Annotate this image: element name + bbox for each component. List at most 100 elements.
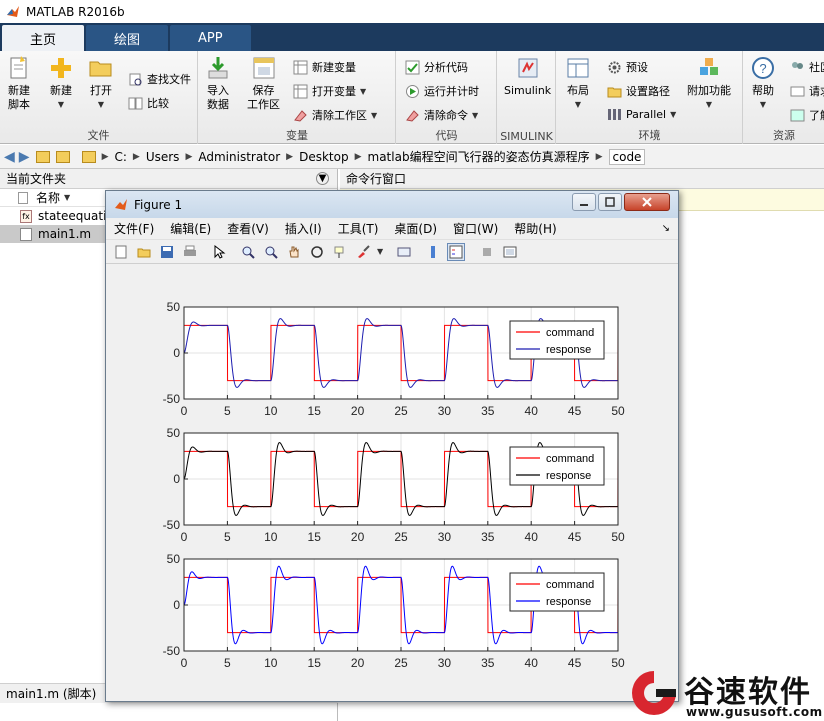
menu-view[interactable]: 查看(V) [227, 220, 269, 237]
save-figure-button[interactable] [158, 243, 176, 261]
set-path-button[interactable]: 设置路径 [607, 83, 670, 99]
open-file-button[interactable] [135, 243, 153, 261]
clear-workspace-button[interactable]: 清除工作区 ▼ [293, 107, 377, 123]
browse-folder-icon[interactable] [55, 150, 70, 163]
community-button[interactable]: 社区 [790, 59, 824, 75]
hide-plot-tools-button[interactable] [478, 243, 496, 261]
breadcrumb-users[interactable]: Users [146, 150, 180, 164]
y-tick-label: 0 [173, 598, 180, 612]
pan-button[interactable] [285, 243, 303, 261]
request-support-button[interactable]: 请求 [790, 83, 824, 99]
data-cursor-button[interactable] [331, 243, 349, 261]
legend-label-command: command [546, 579, 594, 591]
brush-button[interactable] [354, 243, 372, 261]
folder-icon [607, 87, 622, 97]
link-plot-button[interactable] [395, 243, 413, 261]
minimize-icon [580, 204, 588, 206]
find-files-button[interactable]: 查找文件 [128, 71, 191, 87]
help-button[interactable]: ? 帮助 ▼ [750, 55, 776, 112]
group-resources: ? 帮助▼ 社区 请求 了解 资源 [744, 51, 824, 144]
pointer-arrow-icon [214, 244, 226, 259]
menu-edit[interactable]: 编辑(E) [170, 220, 211, 237]
parallel-button[interactable]: Parallel ▼ [607, 107, 676, 122]
open-button[interactable]: 打开 ▼ [88, 55, 114, 112]
maximize-icon [605, 197, 615, 207]
show-tools-icon [503, 246, 517, 257]
brush-dropdown-icon[interactable]: ▼ [377, 247, 383, 256]
add-ons-button[interactable]: 附加功能 ▼ [687, 55, 731, 112]
x-tick-label: 5 [224, 530, 231, 544]
new-script-button[interactable]: 新建 脚本 [6, 55, 32, 112]
new-variable-icon [293, 60, 308, 74]
analyze-code-button[interactable]: 分析代码 [405, 59, 468, 75]
menu-file[interactable]: 文件(F) [114, 220, 154, 237]
figure-canvas[interactable]: 0 5 10 15 20 25 30 35 40 45 50-50050commandrespons… [112, 275, 672, 695]
zoom-out-icon [265, 246, 278, 259]
clear-commands-button[interactable]: 清除命令 ▼ [405, 107, 478, 123]
x-tick-label: 5 [224, 656, 231, 670]
x-tick-label: 40 [525, 530, 539, 544]
menu-insert[interactable]: 插入(I) [285, 220, 322, 237]
forward-arrow-icon[interactable]: ▶ [19, 149, 30, 165]
preferences-button[interactable]: 预设 [607, 59, 648, 75]
new-figure-button[interactable] [112, 243, 130, 261]
plus-icon [51, 58, 71, 78]
layout-button[interactable]: 布局 ▼ [565, 55, 591, 112]
back-arrow-icon[interactable]: ◀ [4, 149, 15, 165]
script-file-icon [20, 227, 32, 241]
panel-menu-icon[interactable]: ▼ [316, 172, 329, 185]
breadcrumb-project[interactable]: matlab编程空间飞行器的姿态仿真源程序 [368, 148, 590, 165]
x-tick-label: 50 [611, 404, 625, 418]
x-tick-label: 30 [438, 404, 452, 418]
tab-plots[interactable]: 绘图 [86, 25, 169, 51]
figure-title-bar: Figure 1 [106, 191, 678, 218]
menu-tools[interactable]: 工具(T) [338, 220, 379, 237]
x-tick-label: 0 [181, 656, 188, 670]
y-tick-label: 50 [167, 426, 181, 440]
root-folder-icon [81, 150, 96, 163]
breadcrumb-administrator[interactable]: Administrator [198, 150, 280, 164]
tab-apps[interactable]: APP [170, 25, 251, 51]
insert-colorbar-button[interactable] [424, 243, 442, 261]
up-folder-icon[interactable] [35, 150, 50, 163]
close-button[interactable] [624, 193, 670, 211]
new-button[interactable]: 新建 ▼ [48, 55, 74, 112]
breadcrumb-desktop[interactable]: Desktop [299, 150, 349, 164]
x-tick-label: 25 [394, 404, 408, 418]
group-file: 新建 脚本 新建 ▼ 打开 ▼ 查找文件 比较 文件 [0, 51, 198, 144]
simulink-button[interactable]: Simulink [504, 55, 551, 98]
import-data-button[interactable]: 导入 数据 [205, 55, 231, 112]
menu-help[interactable]: 帮助(H) [514, 220, 556, 237]
rotate-icon [311, 245, 323, 258]
breadcrumb-drive[interactable]: C: [114, 150, 126, 164]
x-tick-label: 10 [264, 404, 278, 418]
zoom-in-button[interactable] [239, 243, 257, 261]
legend-label-command: command [546, 453, 594, 465]
minimize-button[interactable] [572, 193, 596, 211]
zoom-out-button[interactable] [262, 243, 280, 261]
y-tick-label: -50 [163, 518, 181, 532]
breadcrumb-code[interactable]: code [608, 148, 646, 165]
insert-legend-button[interactable] [447, 242, 466, 261]
new-variable-button[interactable]: 新建变量 [293, 59, 356, 75]
menu-dock-arrow-icon[interactable]: ↘ [662, 223, 670, 234]
print-figure-button[interactable] [181, 243, 199, 261]
learn-matlab-button[interactable]: 了解 [790, 107, 824, 123]
add-ons-icon [700, 58, 718, 75]
run-and-time-button[interactable]: 运行并计时 [405, 83, 479, 99]
compare-button[interactable]: 比较 [128, 95, 169, 111]
maximize-button[interactable] [598, 193, 622, 211]
show-plot-tools-button[interactable] [501, 243, 519, 261]
tab-home[interactable]: 主页 [2, 25, 85, 51]
open-variable-button[interactable]: 打开变量 ▼ [293, 83, 366, 99]
menu-window[interactable]: 窗口(W) [453, 220, 498, 237]
hand-icon [289, 246, 299, 257]
figure-window[interactable]: Figure 1 文件(F) 编辑(E) 查看(V) 插入(I) 工具(T) 桌… [105, 190, 679, 702]
layout-icon [567, 58, 589, 78]
edit-plot-button[interactable] [210, 243, 228, 261]
parallel-icon [608, 109, 621, 120]
menu-desktop[interactable]: 桌面(D) [394, 220, 437, 237]
find-files-icon [129, 73, 142, 85]
rotate-3d-button[interactable] [308, 243, 326, 261]
save-workspace-button[interactable]: 保存 工作区 [247, 55, 280, 112]
